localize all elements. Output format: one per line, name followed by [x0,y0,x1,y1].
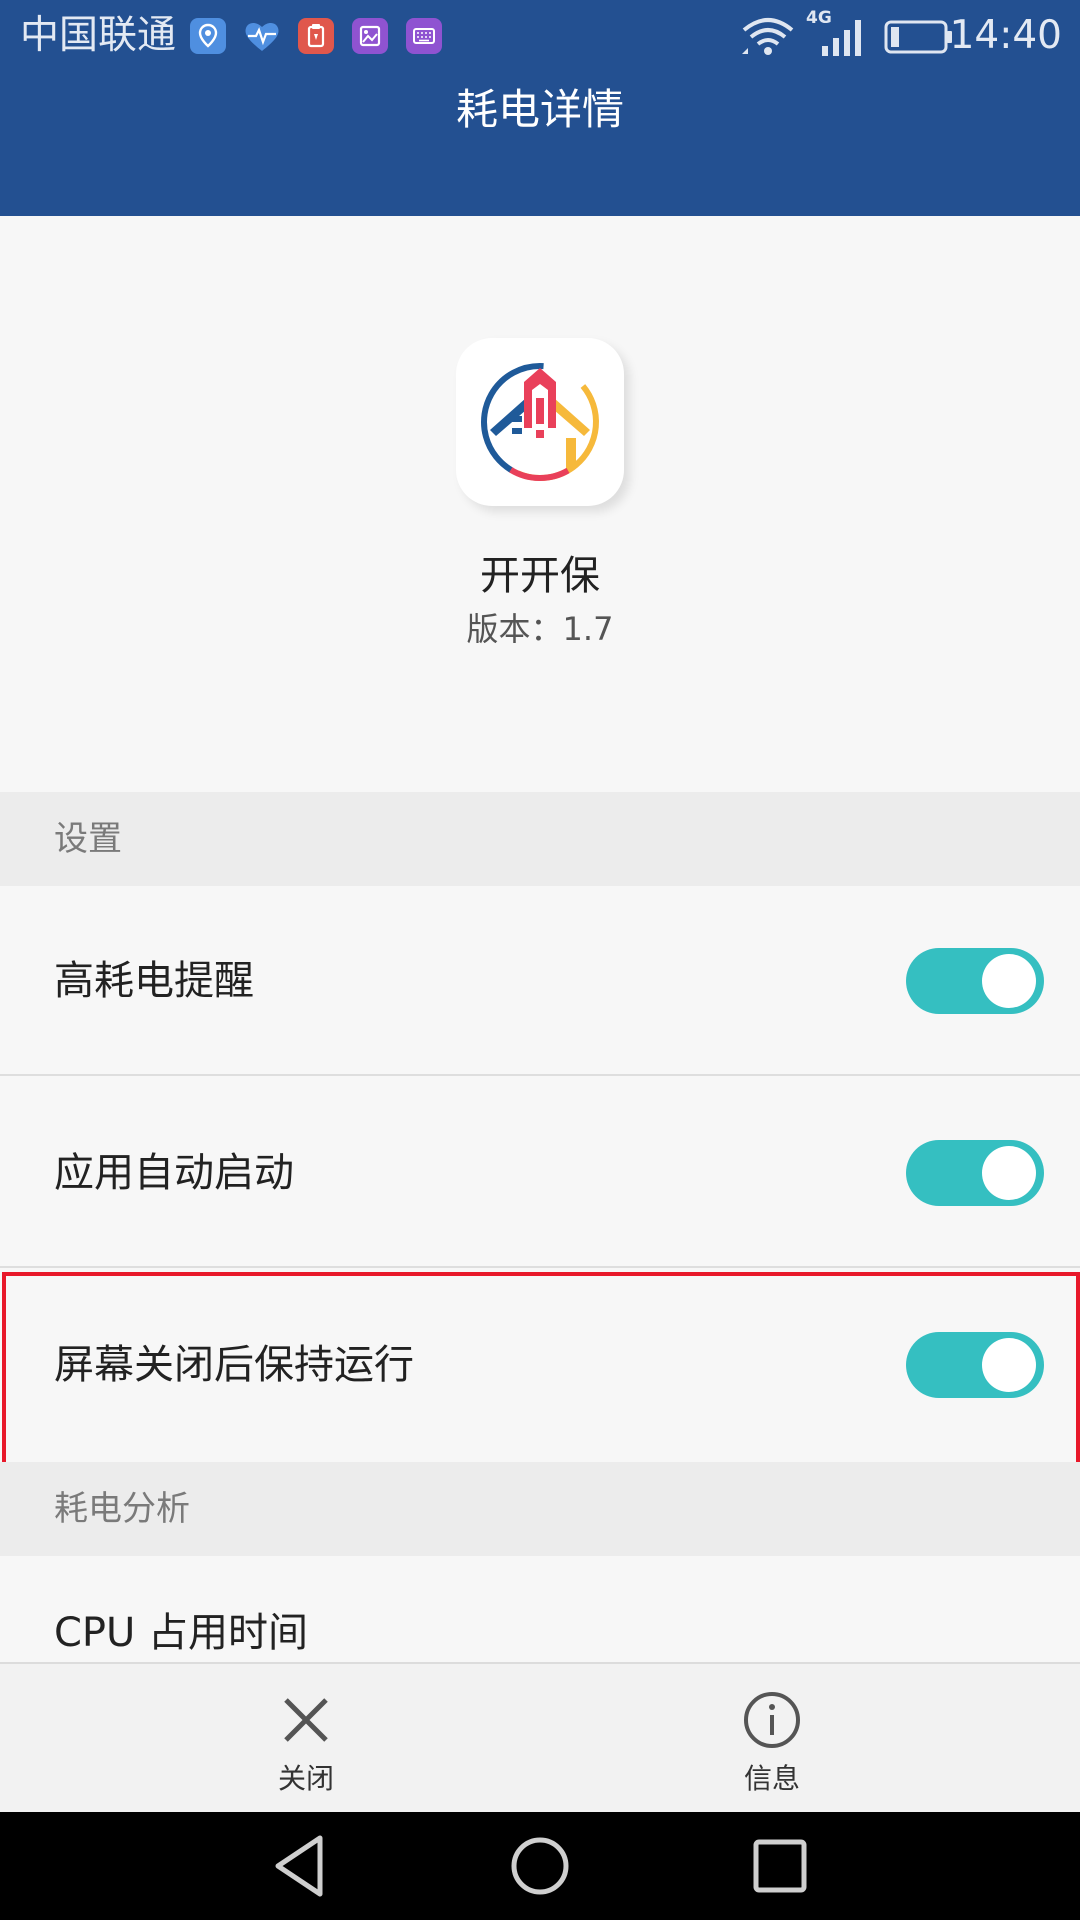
section-title: 耗电分析 [54,1489,190,1529]
info-icon [744,1692,800,1748]
setting-row-auto-start[interactable]: 应用自动启动 [0,1078,1080,1268]
setting-row-keep-running[interactable]: 屏幕关闭后保持运行 [0,1270,1080,1460]
keep-running-toggle[interactable] [906,1332,1044,1398]
auto-start-toggle[interactable] [906,1140,1044,1206]
close-button[interactable]: 关闭 [186,1664,426,1812]
section-title: 设置 [54,819,122,859]
setting-label: 应用自动启动 [54,1150,294,1196]
navigation-bar [0,1812,1080,1920]
section-header-settings: 设置 [0,792,1080,886]
app-version: 版本：1.7 [466,610,614,648]
clock: 14:40 [949,13,1062,58]
divider [0,1074,1080,1076]
carrier-name: 中国联通 [20,13,177,58]
high-power-alert-toggle[interactable] [906,948,1044,1014]
battery-icon [884,18,954,60]
analysis-row-cpu-time[interactable]: CPU 占用时间 [0,1556,1080,1662]
signal-icon [820,18,868,62]
location-icon [190,18,226,54]
screen: 中国联通 4G 14:40 耗电详情 开开保 版本：1.7 设置 高耗电提醒 应… [0,0,1080,1920]
app-logo-icon [456,338,624,506]
wifi-icon [740,14,796,62]
divider [0,1266,1080,1268]
close-icon [284,1698,328,1742]
home-icon[interactable] [504,1830,576,1902]
clipboard-icon [298,18,334,54]
toggle-knob [982,1338,1036,1392]
gallery-icon [352,18,388,54]
app-name: 开开保 [480,553,600,599]
setting-row-high-power-alert[interactable]: 高耗电提醒 [0,886,1080,1076]
info-label: 信息 [743,1762,800,1795]
status-bar: 中国联通 4G 14:40 [0,0,1080,72]
setting-label: 高耗电提醒 [54,958,254,1004]
toggle-knob [982,1146,1036,1200]
page-title: 耗电详情 [455,85,624,134]
top-bar: 中国联通 4G 14:40 耗电详情 [0,0,1080,216]
close-label: 关闭 [277,1762,334,1795]
recents-icon[interactable] [744,1830,816,1902]
back-icon[interactable] [264,1830,336,1902]
keyboard-icon [406,18,442,54]
info-button[interactable]: 信息 [652,1664,892,1812]
analysis-label: CPU 占用时间 [54,1610,309,1656]
section-header-analysis: 耗电分析 [0,1462,1080,1556]
app-header: 开开保 版本：1.7 [0,216,1080,792]
toggle-knob [982,954,1036,1008]
bottom-action-bar: 关闭 信息 [0,1662,1080,1812]
setting-label: 屏幕关闭后保持运行 [54,1342,414,1388]
status-icons: 4G 14:40 [740,0,1080,72]
health-icon [242,18,279,54]
